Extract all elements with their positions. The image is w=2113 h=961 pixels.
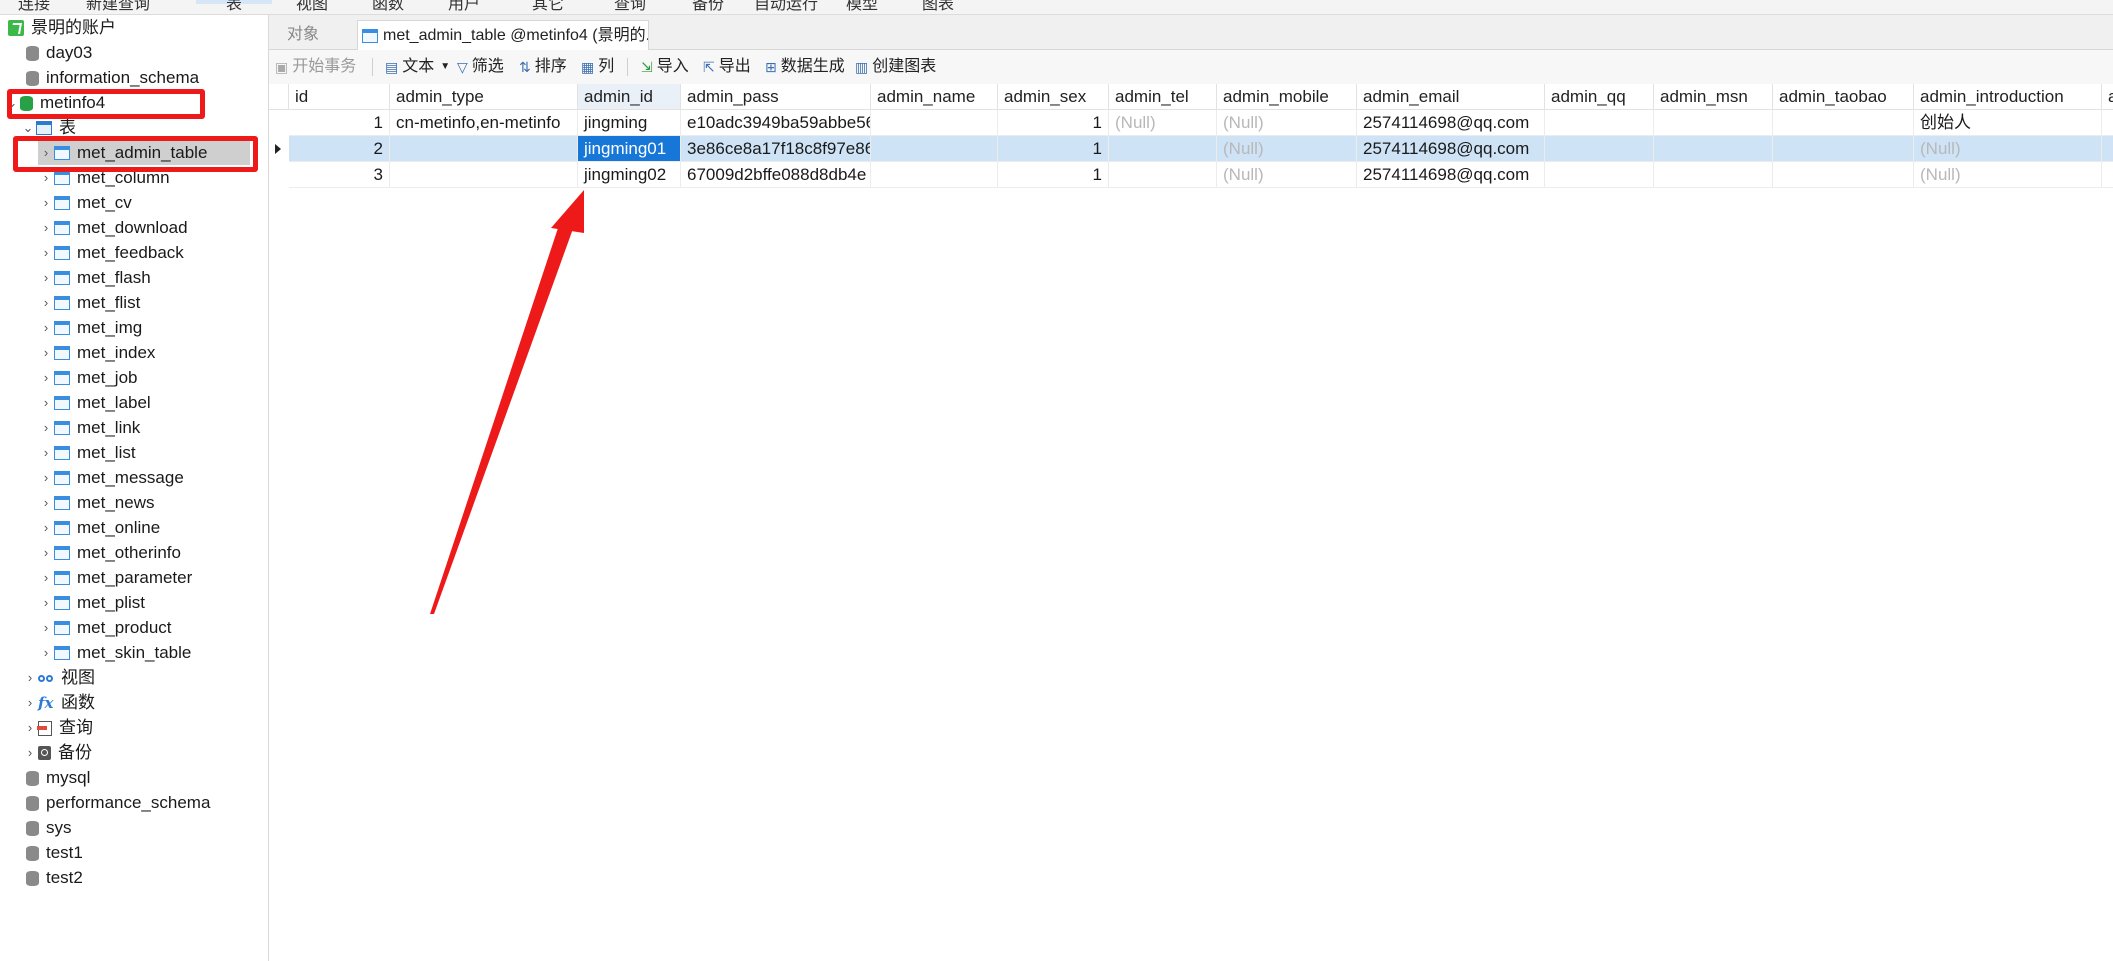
annotation-arrow xyxy=(430,190,584,614)
arrow-shaft xyxy=(430,222,574,614)
arrow-head xyxy=(551,190,584,233)
